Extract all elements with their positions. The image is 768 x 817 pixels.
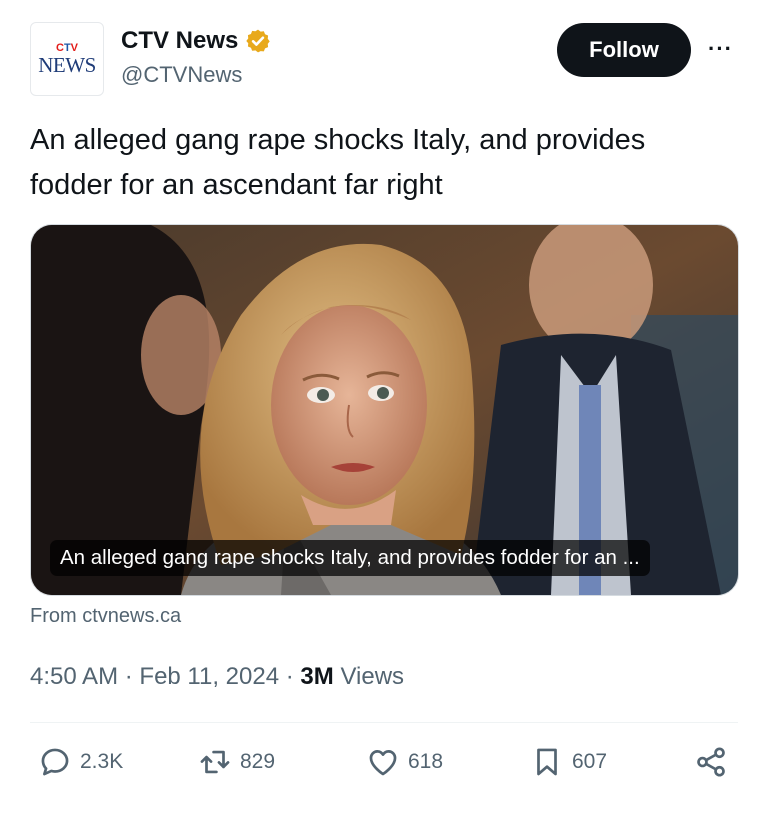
like-button[interactable]: 618 (366, 745, 443, 779)
tweet-time[interactable]: 4:50 AM (30, 663, 118, 690)
link-source[interactable]: From ctvnews.ca (30, 605, 181, 628)
verified-badge-icon (246, 29, 271, 53)
link-card[interactable]: An alleged gang rape shocks Italy, and p… (30, 224, 739, 596)
tweet-date[interactable]: Feb 11, 2024 (139, 663, 279, 690)
views-label: Views (340, 663, 405, 690)
more-options-icon[interactable]: ··· (708, 36, 733, 62)
bookmark-button[interactable]: 607 (530, 745, 607, 779)
card-title: An alleged gang rape shocks Italy, and p… (50, 540, 650, 576)
repost-button[interactable]: 829 (198, 745, 275, 779)
tweet-meta: 4:50 AM · Feb 11, 2024 · 3M Views (30, 663, 404, 691)
follow-button[interactable]: Follow (557, 23, 691, 77)
account-name-text: CTV News (121, 27, 239, 54)
meta-separator: · (124, 663, 133, 690)
reply-icon (41, 748, 69, 776)
action-bar: 2.3K 829 618 607 (30, 745, 740, 789)
repost-count: 829 (240, 750, 276, 773)
meta-separator: · (285, 663, 294, 690)
bookmark-count: 607 (572, 750, 608, 773)
bookmark-icon (537, 748, 557, 776)
divider (30, 722, 738, 723)
account-handle[interactable]: @CTVNews (121, 62, 242, 88)
share-button[interactable] (694, 745, 736, 779)
account-name[interactable]: CTV News (121, 27, 271, 55)
reply-count: 2.3K (80, 750, 124, 773)
avatar[interactable]: CTV NEWS (30, 22, 104, 96)
repost-icon (200, 750, 230, 774)
heart-icon (369, 750, 397, 776)
share-icon (697, 747, 725, 777)
views-count: 3M (300, 663, 334, 690)
reply-button[interactable]: 2.3K (38, 745, 123, 779)
ctv-logo-mark: CTV (55, 41, 79, 54)
tweet-text: An alleged gang rape shocks Italy, and p… (30, 124, 646, 201)
news-logo-text: NEWS (38, 52, 96, 77)
like-count: 618 (408, 750, 444, 773)
